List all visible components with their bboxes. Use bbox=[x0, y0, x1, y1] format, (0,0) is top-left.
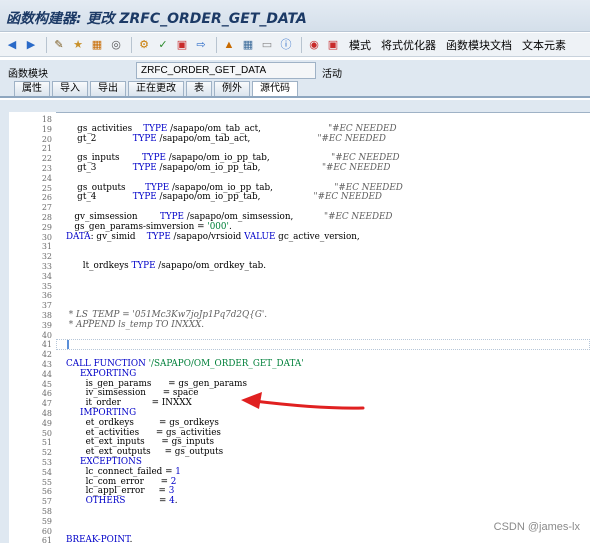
code-line[interactable]: * APPEND ls_temp TO INXXX. bbox=[66, 320, 204, 331]
line-number: 27 bbox=[41, 203, 52, 213]
line-number: 58 bbox=[41, 507, 52, 516]
line-number: 48 bbox=[41, 409, 52, 418]
function-module-status: 活动 bbox=[322, 69, 342, 80]
line-number: 20 bbox=[41, 134, 52, 144]
line-number: 52 bbox=[41, 448, 52, 458]
line-number: 18 bbox=[41, 115, 52, 124]
test-icon[interactable]: ✓ bbox=[155, 37, 171, 53]
line-number: 33 bbox=[41, 262, 52, 271]
toolbar-separator bbox=[216, 36, 217, 53]
title-bar: 函数构建器: 更改 ZRFC_ORDER_GET_DATA bbox=[0, 0, 590, 32]
tab-changing[interactable]: 正在更改 bbox=[128, 81, 184, 96]
line-number: 25 bbox=[41, 183, 52, 193]
line-number: 21 bbox=[41, 144, 52, 154]
line-number: 34 bbox=[41, 271, 52, 281]
toolbar-separator bbox=[301, 36, 302, 53]
line-number: 59 bbox=[41, 516, 52, 526]
frame-icon[interactable]: ▲ bbox=[221, 37, 237, 53]
activate-icon[interactable]: ▦ bbox=[89, 37, 105, 53]
line-number: 43 bbox=[41, 360, 52, 369]
line-number: 26 bbox=[41, 193, 52, 203]
line-number: 35 bbox=[41, 281, 52, 291]
line-number: 46 bbox=[41, 389, 52, 399]
line-number: 42 bbox=[41, 350, 52, 360]
line-number: 47 bbox=[41, 399, 52, 409]
check-icon[interactable]: ◎ bbox=[108, 37, 124, 53]
line-number: 37 bbox=[41, 301, 52, 311]
current-line-highlight bbox=[56, 339, 590, 350]
line-number: 55 bbox=[41, 477, 52, 487]
line-number: 40 bbox=[41, 330, 52, 340]
line-number: 56 bbox=[41, 487, 52, 497]
line-number: 57 bbox=[41, 497, 52, 507]
code-line[interactable]: OTHERS = 4. bbox=[66, 496, 178, 507]
function-module-name-field[interactable]: ZRFC_ORDER_GET_DATA bbox=[136, 62, 316, 79]
line-number: 41 bbox=[41, 340, 52, 350]
session-breakpoint-icon[interactable]: ▣ bbox=[325, 37, 341, 53]
breakpoint-icon[interactable]: ◉ bbox=[306, 37, 322, 53]
line-number: 32 bbox=[41, 252, 52, 262]
line-number: 31 bbox=[41, 242, 52, 252]
line-number: 23 bbox=[41, 164, 52, 173]
display-change-icon[interactable]: ✎ bbox=[51, 37, 67, 53]
tab-source-code[interactable]: 源代码 bbox=[252, 81, 298, 96]
module-doc-button[interactable]: 函数模块文档 bbox=[446, 37, 512, 53]
tab-tables[interactable]: 表 bbox=[186, 81, 212, 96]
application-toolbar: ◀ ▶ ✎ ★ ▦ ◎ ⚙ ✓ ▣ ⇨ ▲ ▦ ▭ ⓘ ◉ ▣ 模式 将式优化器… bbox=[0, 33, 590, 57]
tab-import[interactable]: 导入 bbox=[52, 81, 88, 96]
code-line[interactable]: gt_2 TYPE /sapapo/om_tab_act, "#EC NEEDE… bbox=[66, 134, 386, 145]
where-used-icon[interactable]: ⚙ bbox=[136, 37, 152, 53]
line-number: 38 bbox=[41, 311, 52, 320]
text-elements-button[interactable]: 文本元素 bbox=[522, 37, 566, 53]
line-number: 50 bbox=[41, 428, 52, 438]
settings-icon[interactable]: ▦ bbox=[240, 37, 256, 53]
code-line[interactable]: gt_3 TYPE /sapapo/om_io_pp_tab, "#EC NEE… bbox=[66, 163, 390, 174]
other-object-icon[interactable]: ★ bbox=[70, 37, 86, 53]
line-number: 60 bbox=[41, 526, 52, 536]
text-cursor bbox=[67, 340, 69, 349]
line-number: 30 bbox=[41, 232, 52, 242]
function-module-header: 函数模块 ZRFC_ORDER_GET_DATA 活动 bbox=[0, 60, 590, 82]
toolbar-separator bbox=[46, 36, 47, 53]
tab-exceptions[interactable]: 例外 bbox=[214, 81, 250, 96]
line-number: 44 bbox=[41, 369, 52, 379]
window-title: 函数构建器: 更改 ZRFC_ORDER_GET_DATA bbox=[6, 11, 307, 27]
tab-attributes[interactable]: 属性 bbox=[14, 81, 50, 96]
line-number: 51 bbox=[41, 438, 52, 448]
pattern-icon[interactable]: ▣ bbox=[174, 37, 190, 53]
line-number: 22 bbox=[41, 154, 52, 164]
code-line[interactable]: BREAK-POINT. bbox=[66, 535, 132, 543]
code-line[interactable]: DATA: gv_simid TYPE /sapapo/vrsioid VALU… bbox=[66, 232, 360, 243]
line-number: 39 bbox=[41, 320, 52, 330]
line-number: 29 bbox=[41, 222, 52, 232]
info-icon[interactable]: ⓘ bbox=[278, 37, 294, 53]
tab-strip: 属性 导入 导出 正在更改 表 例外 源代码 bbox=[0, 81, 590, 98]
line-number: 53 bbox=[41, 458, 52, 467]
watermark: CSDN @james-lx bbox=[493, 521, 580, 533]
line-number: 61 bbox=[41, 536, 52, 543]
toolbar-separator bbox=[131, 36, 132, 53]
line-number: 28 bbox=[41, 213, 52, 222]
line-number: 24 bbox=[41, 173, 52, 183]
line-number: 49 bbox=[41, 418, 52, 428]
line-number: 36 bbox=[41, 291, 52, 301]
layout-icon[interactable]: ▭ bbox=[259, 37, 275, 53]
forward-icon[interactable]: ▶ bbox=[23, 37, 39, 53]
mode-button[interactable]: 模式 bbox=[349, 37, 371, 53]
tab-export[interactable]: 导出 bbox=[90, 81, 126, 96]
line-number: 54 bbox=[41, 467, 52, 477]
line-number: 45 bbox=[41, 379, 52, 389]
line-number: 19 bbox=[41, 124, 52, 134]
pretty-printer-icon[interactable]: ⇨ bbox=[193, 37, 209, 53]
back-icon[interactable]: ◀ bbox=[4, 37, 20, 53]
function-module-label: 函数模块 bbox=[8, 69, 48, 80]
pretty-printer-button[interactable]: 将式优化器 bbox=[381, 37, 436, 53]
code-line[interactable]: lt_ordkeys TYPE /sapapo/om_ordkey_tab. bbox=[66, 261, 266, 272]
code-line[interactable]: gt_4 TYPE /sapapo/om_io_pp_tab, "#EC NEE… bbox=[66, 192, 382, 203]
